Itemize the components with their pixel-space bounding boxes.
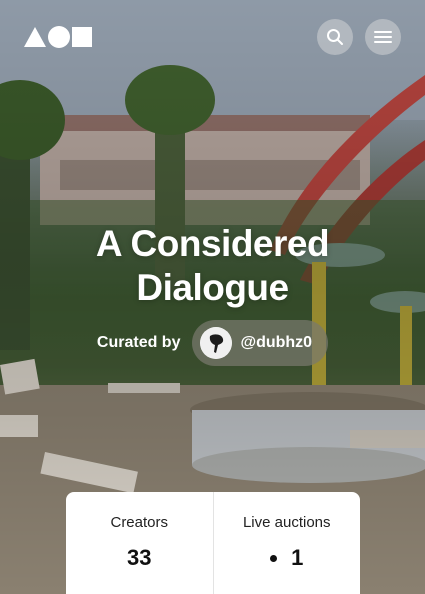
header-actions — [317, 19, 401, 55]
curator-profile-link[interactable]: @dubhz0 — [192, 320, 329, 366]
live-auctions-count-value: 1 — [291, 545, 304, 570]
collection-title: A Considered Dialogue — [0, 222, 425, 310]
curator-avatar-icon — [200, 327, 233, 359]
hamburger-menu-icon — [374, 31, 392, 43]
creators-label: Creators — [110, 514, 169, 531]
creators-count-value: 33 — [127, 545, 152, 570]
top-navigation — [24, 18, 401, 56]
curated-by-row: Curated by @dubhz0 — [0, 320, 425, 366]
live-indicator-dot — [270, 554, 278, 562]
brand-logo[interactable] — [24, 26, 92, 48]
curator-avatar — [200, 327, 233, 359]
creators-count: 33 — [127, 545, 151, 571]
stat-live-auctions[interactable]: Live auctions 1 — [212, 492, 361, 594]
menu-button[interactable] — [365, 19, 401, 55]
logo-circle — [48, 26, 70, 48]
curator-handle: @dubhz0 — [240, 334, 313, 351]
curated-by-label: Curated by — [96, 334, 181, 351]
collection-title-line-2: Dialogue — [136, 267, 289, 308]
search-button[interactable] — [317, 19, 353, 55]
live-auctions-count: 1 — [270, 545, 303, 571]
live-auctions-label: Live auctions — [242, 514, 331, 531]
hero-banner: A Considered Dialogue Curated by @dubhz0… — [0, 0, 425, 594]
stat-creators[interactable]: Creators 33 — [66, 492, 213, 594]
logo-triangle — [24, 27, 46, 47]
logo-square — [72, 27, 92, 47]
stats-card: Creators 33 Live auctions 1 — [66, 492, 360, 594]
collection-title-line-1: A Considered — [95, 223, 330, 264]
search-icon — [327, 29, 343, 45]
